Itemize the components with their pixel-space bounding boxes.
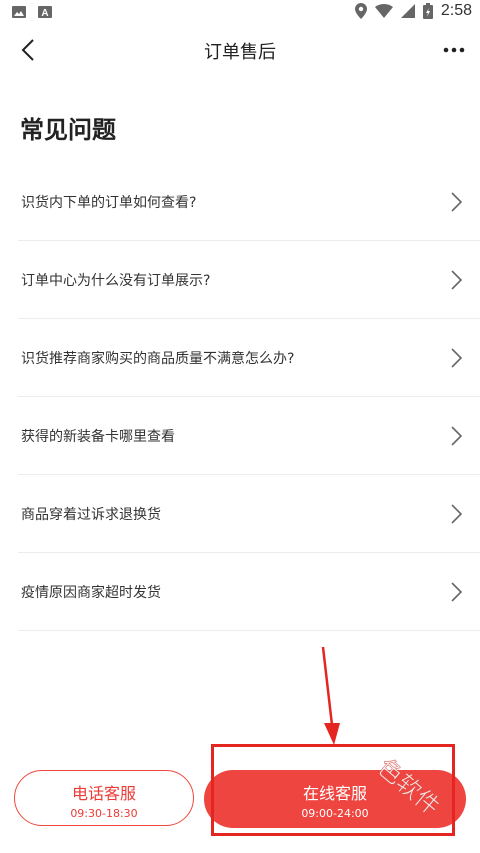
faq-question: 识货推荐商家购买的商品质量不满意怎么办? (21, 351, 295, 367)
online-service-hours: 09:00-24:00 (301, 807, 369, 820)
image-icon (12, 6, 26, 18)
faq-item[interactable]: 商品穿着过诉求退换货 (18, 475, 480, 553)
chevron-right-icon (451, 270, 463, 290)
phone-service-label: 电话客服 (71, 784, 136, 803)
annotation-arrow (321, 646, 340, 745)
location-icon (354, 3, 367, 19)
faq-question: 订单中心为什么没有订单展示? (21, 273, 211, 289)
online-service-label: 在线客服 (302, 784, 367, 803)
status-bar: A 2:58 (0, 0, 480, 26)
online-service-button[interactable]: 在线客服 09:00-24:00 (204, 770, 466, 828)
phone-service-hours: 09:30-18:30 (70, 807, 138, 820)
faq-item[interactable]: 识货推荐商家购买的商品质量不满意怎么办? (18, 319, 480, 397)
svg-text:A: A (41, 8, 48, 18)
faq-question: 识货内下单的订单如何查看? (21, 195, 197, 211)
faq-item[interactable]: 订单中心为什么没有订单展示? (18, 241, 480, 319)
chevron-right-icon (451, 426, 463, 446)
faq-question: 获得的新装备卡哪里查看 (21, 429, 175, 445)
battery-icon (422, 3, 433, 19)
faq-question: 商品穿着过诉求退换货 (21, 507, 161, 523)
status-left-icons: A (12, 6, 52, 18)
app-a-icon: A (38, 6, 52, 18)
phone-service-button[interactable]: 电话客服 09:30-18:30 (14, 770, 194, 826)
more-dots-icon (443, 47, 465, 53)
faq-item[interactable]: 疫情原因商家超时发货 (18, 553, 480, 631)
page-title: 订单售后 (204, 42, 276, 63)
chevron-right-icon (451, 348, 463, 368)
faq-question: 疫情原因商家超时发货 (21, 585, 161, 601)
faq-item[interactable]: 获得的新装备卡哪里查看 (18, 397, 480, 475)
more-button[interactable] (440, 36, 468, 64)
status-right-icons: 2:58 (354, 2, 472, 20)
status-time: 2:58 (440, 2, 472, 19)
faq-list: 识货内下单的订单如何查看? 订单中心为什么没有订单展示? 识货推荐商家购买的商品… (18, 163, 480, 631)
signal-icon (400, 4, 415, 18)
section-title: 常见问题 (20, 116, 116, 144)
chevron-right-icon (451, 582, 463, 602)
faq-item[interactable]: 识货内下单的订单如何查看? (18, 163, 480, 241)
nav-bar: 订单售后 (0, 26, 480, 74)
chevron-right-icon (451, 504, 463, 524)
chevron-right-icon (451, 192, 463, 212)
wifi-icon (374, 4, 393, 18)
